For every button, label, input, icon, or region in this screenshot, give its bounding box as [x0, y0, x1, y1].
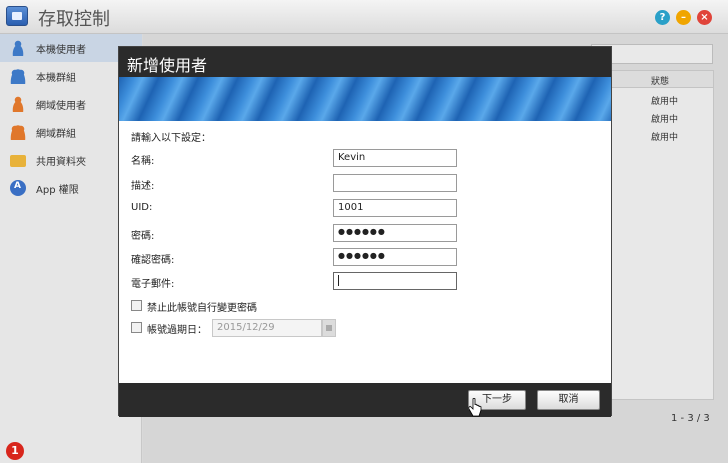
email-field[interactable] — [333, 272, 457, 290]
sidebar-item-label: 網域群組 — [36, 128, 76, 140]
help-icon[interactable]: ? — [655, 10, 670, 25]
window-titlebar: 存取控制 ? – × — [0, 0, 728, 34]
name-label: 名稱: — [131, 156, 155, 167]
uid-label: UID: — [131, 202, 153, 213]
pagination-info: 1 - 3 / 3 — [671, 413, 710, 424]
description-label: 描述: — [131, 181, 155, 192]
dialog-body: 請輸入以下設定： 名稱: Kevin 描述: UID: 1001 密碼: ●●●… — [119, 121, 611, 383]
hand-cursor-icon — [468, 398, 482, 417]
dialog-title: 新增使用者 — [127, 56, 208, 75]
account-expiry-checkbox[interactable] — [131, 322, 142, 333]
close-icon[interactable]: × — [697, 10, 712, 25]
domain-group-icon — [10, 124, 26, 140]
sidebar-item-label: App 權限 — [36, 184, 79, 196]
disable-password-change-checkbox[interactable] — [131, 300, 142, 311]
password-label: 密碼: — [131, 231, 155, 242]
email-label: 電子郵件: — [131, 279, 175, 290]
account-expiry-label: 帳號過期日： — [147, 325, 207, 336]
dialog-banner — [119, 77, 611, 121]
dialog-header: 新增使用者 — [119, 47, 611, 77]
text-caret — [338, 275, 339, 286]
add-user-dialog: 新增使用者 請輸入以下設定： 名稱: Kevin 描述: UID: 1001 密… — [118, 46, 612, 417]
expiry-date-input[interactable]: 2015/12/29 — [212, 319, 322, 337]
table-cell-status: 啟用中 — [651, 97, 679, 107]
uid-field[interactable]: 1001 — [333, 199, 457, 217]
dialog-footer: 下一步 取消 — [119, 383, 611, 417]
sidebar-item-label: 共用資料夾 — [36, 156, 86, 168]
description-field[interactable] — [333, 174, 457, 192]
cancel-button[interactable]: 取消 — [537, 390, 600, 410]
table-cell-status: 啟用中 — [651, 133, 679, 143]
disable-password-change-label: 禁止此帳號自行變更密碼 — [147, 303, 257, 314]
domain-user-icon — [10, 96, 26, 112]
sidebar-item-label: 本機使用者 — [36, 44, 86, 56]
user-icon — [10, 40, 26, 56]
minimize-icon[interactable]: – — [676, 10, 691, 25]
calendar-icon[interactable] — [322, 319, 336, 337]
table-cell-status: 啟用中 — [651, 115, 679, 125]
dialog-intro: 請輸入以下設定： — [131, 133, 211, 144]
status-column-header[interactable]: 狀態 — [651, 74, 669, 87]
confirm-password-label: 確認密碼: — [131, 255, 175, 266]
confirm-password-field[interactable]: ●●●●●● — [333, 248, 457, 266]
alert-badge[interactable]: 1 — [6, 442, 24, 460]
window-title: 存取控制 — [38, 9, 110, 30]
sidebar-item-label: 網域使用者 — [36, 100, 86, 112]
name-field[interactable]: Kevin — [333, 149, 457, 167]
access-control-app-icon — [6, 6, 28, 26]
password-field[interactable]: ●●●●●● — [333, 224, 457, 242]
sidebar-item-label: 本機群組 — [36, 72, 76, 84]
app-icon — [10, 180, 26, 196]
group-icon — [10, 68, 26, 84]
folder-icon — [10, 155, 26, 167]
